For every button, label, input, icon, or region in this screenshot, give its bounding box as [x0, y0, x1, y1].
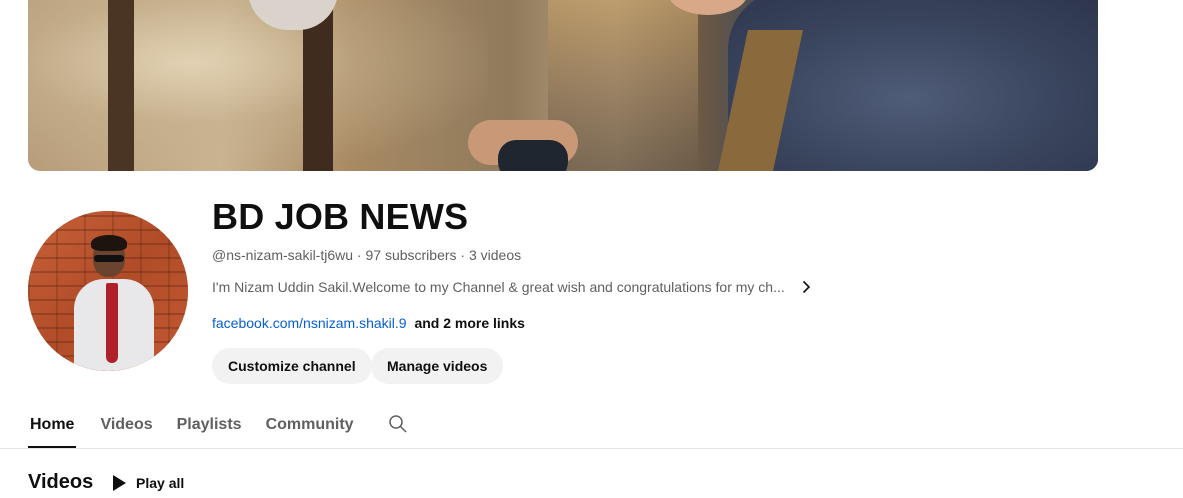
- tabs-divider: [0, 448, 1183, 449]
- channel-avatar[interactable]: [28, 211, 188, 371]
- tab-community[interactable]: Community: [266, 400, 354, 448]
- play-all-button[interactable]: Play all: [112, 470, 184, 496]
- channel-banner: [28, 0, 1098, 171]
- channel-description: I'm Nizam Uddin Sakil.Welcome to my Chan…: [212, 279, 785, 295]
- manage-videos-button[interactable]: Manage videos: [371, 348, 504, 384]
- channel-name: BD JOB NEWS: [212, 196, 469, 237]
- meta-separator: ·: [460, 247, 469, 263]
- facebook-link[interactable]: facebook.com/nsnizam.shakil.9: [212, 315, 407, 331]
- avatar-detail: [91, 235, 127, 251]
- more-links[interactable]: and 2 more links: [414, 315, 524, 331]
- customize-channel-button[interactable]: Customize channel: [212, 348, 372, 384]
- avatar-detail: [94, 255, 124, 262]
- play-icon: [112, 475, 126, 491]
- tab-home[interactable]: Home: [28, 400, 77, 448]
- tab-playlists[interactable]: Playlists: [177, 400, 242, 448]
- video-count: 3 videos: [468, 247, 522, 263]
- avatar-detail: [106, 283, 118, 363]
- channel-description-row[interactable]: I'm Nizam Uddin Sakil.Welcome to my Chan…: [212, 279, 813, 295]
- channel-links: facebook.com/nsnizam.shakil.9 and 2 more…: [212, 315, 525, 331]
- videos-section-title: Videos: [28, 471, 94, 493]
- play-all-label: Play all: [136, 475, 185, 491]
- channel-tabs: Home Videos Playlists Community: [28, 400, 408, 448]
- subscriber-count: 97 subscribers: [365, 247, 457, 263]
- tab-videos[interactable]: Videos: [100, 400, 152, 448]
- channel-meta: @ns-nizam-sakil-tj6wu · 97 subscribers ·…: [212, 247, 521, 263]
- banner-detail: [108, 0, 134, 171]
- search-icon[interactable]: [388, 400, 408, 439]
- banner-detail: [28, 0, 488, 171]
- channel-page: BD JOB NEWS @ns-nizam-sakil-tj6wu · 97 s…: [0, 0, 1183, 498]
- banner-detail: [498, 140, 568, 171]
- channel-handle: @ns-nizam-sakil-tj6wu: [212, 247, 354, 263]
- chevron-right-icon[interactable]: [799, 280, 813, 294]
